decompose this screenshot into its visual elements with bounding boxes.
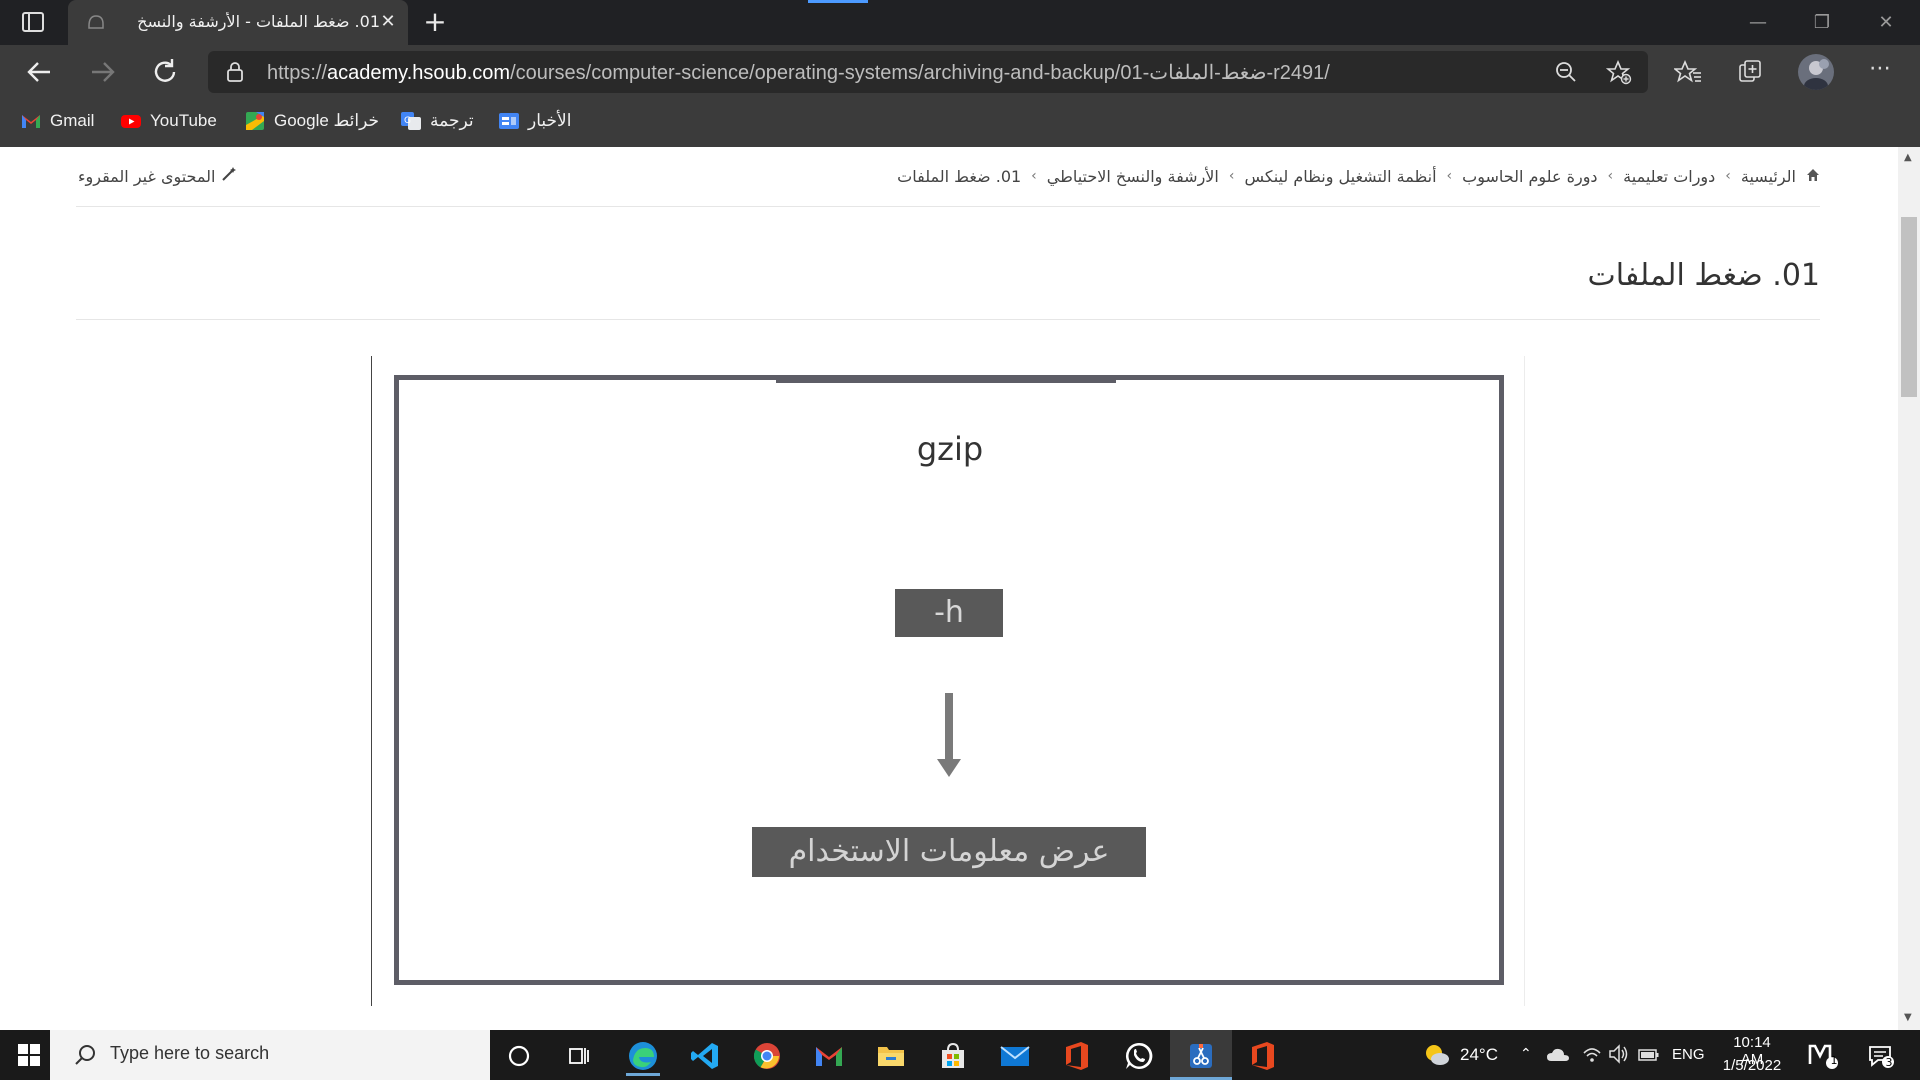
profile-avatar[interactable] [1798,54,1834,90]
favorites-icon[interactable] [1672,59,1702,85]
url-text[interactable]: https://academy.hsoub.com/courses/comput… [267,60,1367,84]
breadcrumb-separator: › [1725,168,1731,184]
vscode-app-icon[interactable] [688,1039,722,1073]
scrollbar-thumb[interactable] [1901,217,1917,397]
wifi-icon[interactable] [1582,1045,1602,1065]
diagram-option-box: -h [895,589,1003,637]
bookmark-youtube[interactable]: YouTube [120,108,217,134]
language-indicator[interactable]: ENG [1672,1046,1705,1063]
news-icon [498,111,520,131]
breadcrumb-item-os-linux[interactable]: أنظمة التشغيل ونظام لينكس [1244,167,1436,186]
task-view-icon[interactable] [562,1039,596,1073]
diagram-command-label: gzip [916,430,984,468]
home-icon [1806,167,1820,186]
gmail-icon [20,111,42,131]
show-hidden-icons[interactable]: ⌃ [1520,1046,1532,1062]
arrow-down-icon [935,693,963,778]
notification-count: 3 [1885,1056,1893,1069]
loading-indicator [808,0,868,3]
weather-temperature[interactable]: 24°C [1460,1045,1498,1065]
breadcrumb-separator: › [1228,168,1235,184]
onedrive-icon[interactable] [1546,1045,1570,1065]
back-button[interactable] [20,52,60,92]
diagram-description-box: عرض معلومات الاستخدام [752,827,1146,877]
collections-icon[interactable] [1737,59,1763,85]
breadcrumb-separator: › [1607,168,1614,184]
breadcrumb-separator: › [1031,168,1037,184]
breadcrumb-item-cs-course[interactable]: دورة علوم الحاسوب [1462,167,1597,186]
breadcrumb-item-home[interactable]: الرئيسية [1741,167,1796,186]
volume-icon[interactable] [1608,1044,1630,1064]
mail-app-icon[interactable] [998,1039,1032,1073]
bookmark-gmail[interactable]: Gmail [20,108,94,134]
youtube-icon [120,111,142,131]
bookmark-news[interactable]: الأخبار [498,108,571,134]
battery-icon[interactable] [1638,1046,1660,1064]
office-app-icon-2[interactable] [1246,1039,1280,1073]
office-app-icon[interactable] [1060,1039,1094,1073]
divider [76,319,1820,320]
breadcrumb-item-archiving[interactable]: الأرشفة والنسخ الاحتياطي [1047,167,1219,186]
restore-button[interactable]: ❐ [1802,8,1842,38]
bookmark-translate[interactable]: G ترجمة [400,108,474,134]
whatsapp-app-icon[interactable] [1122,1039,1156,1073]
more-menu-icon[interactable]: ⋯ [1866,58,1894,84]
store-app-icon[interactable] [936,1039,970,1073]
file-explorer-icon[interactable] [874,1039,908,1073]
unread-content-label: المحتوى غير المقروء [78,166,216,186]
breadcrumb-separator: › [1446,168,1453,184]
app-badge-count: 1 [1830,1054,1838,1067]
breadcrumb: الرئيسية › دورات تعليمية › دورة علوم الح… [897,164,1820,188]
minimize-button[interactable]: — [1738,8,1778,38]
content-border [1524,356,1525,1006]
windows-start-icon[interactable] [18,1044,40,1066]
bookmark-label: Gmail [50,111,95,130]
maps-icon [244,111,266,131]
bookmark-label: ترجمة [430,111,474,130]
forward-button[interactable] [82,52,122,92]
unread-content-link[interactable]: المحتوى غير المقروء [78,164,237,188]
breadcrumb-item-courses[interactable]: دورات تعليمية [1623,167,1715,186]
weather-icon[interactable] [1424,1043,1450,1067]
gmail-app-icon[interactable] [812,1039,846,1073]
zoom-out-icon[interactable] [1554,60,1578,84]
chrome-app-icon[interactable] [750,1039,784,1073]
cortana-icon[interactable] [502,1039,536,1073]
translate-icon: G [400,111,422,131]
favicon-icon [86,12,106,32]
bookmark-label: Google خرائط [274,111,380,130]
add-favorite-icon[interactable] [1605,59,1632,85]
breadcrumb-item-current: 01. ضغط الملفات [897,166,1022,186]
lock-icon[interactable] [224,61,246,83]
bookmark-label: الأخبار [528,111,572,130]
refresh-button[interactable] [145,52,185,92]
divider [76,206,1820,207]
scroll-up-icon[interactable]: ▲ [1904,152,1914,163]
bookmark-maps[interactable]: Google خرائط [244,108,379,134]
content-border [371,356,372,1006]
page-title: 01. ضغط الملفات [1587,258,1820,293]
tab-actions-icon[interactable] [20,10,48,36]
wand-icon [221,166,237,186]
search-placeholder: Type here to search [110,1043,270,1063]
new-tab-button[interactable]: + [420,8,450,38]
scroll-down-icon[interactable]: ▼ [1904,1012,1914,1023]
tab-close-icon[interactable]: ✕ [378,11,398,33]
svg-text:G: G [404,116,411,126]
search-icon [74,1043,98,1067]
edge-app-icon[interactable] [626,1039,660,1076]
diagram-top-bar [776,375,1116,383]
tab-title: 01. ضغط الملفات - الأرشفة والنسخ [137,12,380,31]
bookmark-label: YouTube [150,111,217,130]
close-window-button[interactable]: ✕ [1866,8,1906,38]
snipping-tool-icon[interactable] [1184,1039,1218,1073]
clock-date[interactable]: 1/5/2022 [1722,1057,1782,1074]
